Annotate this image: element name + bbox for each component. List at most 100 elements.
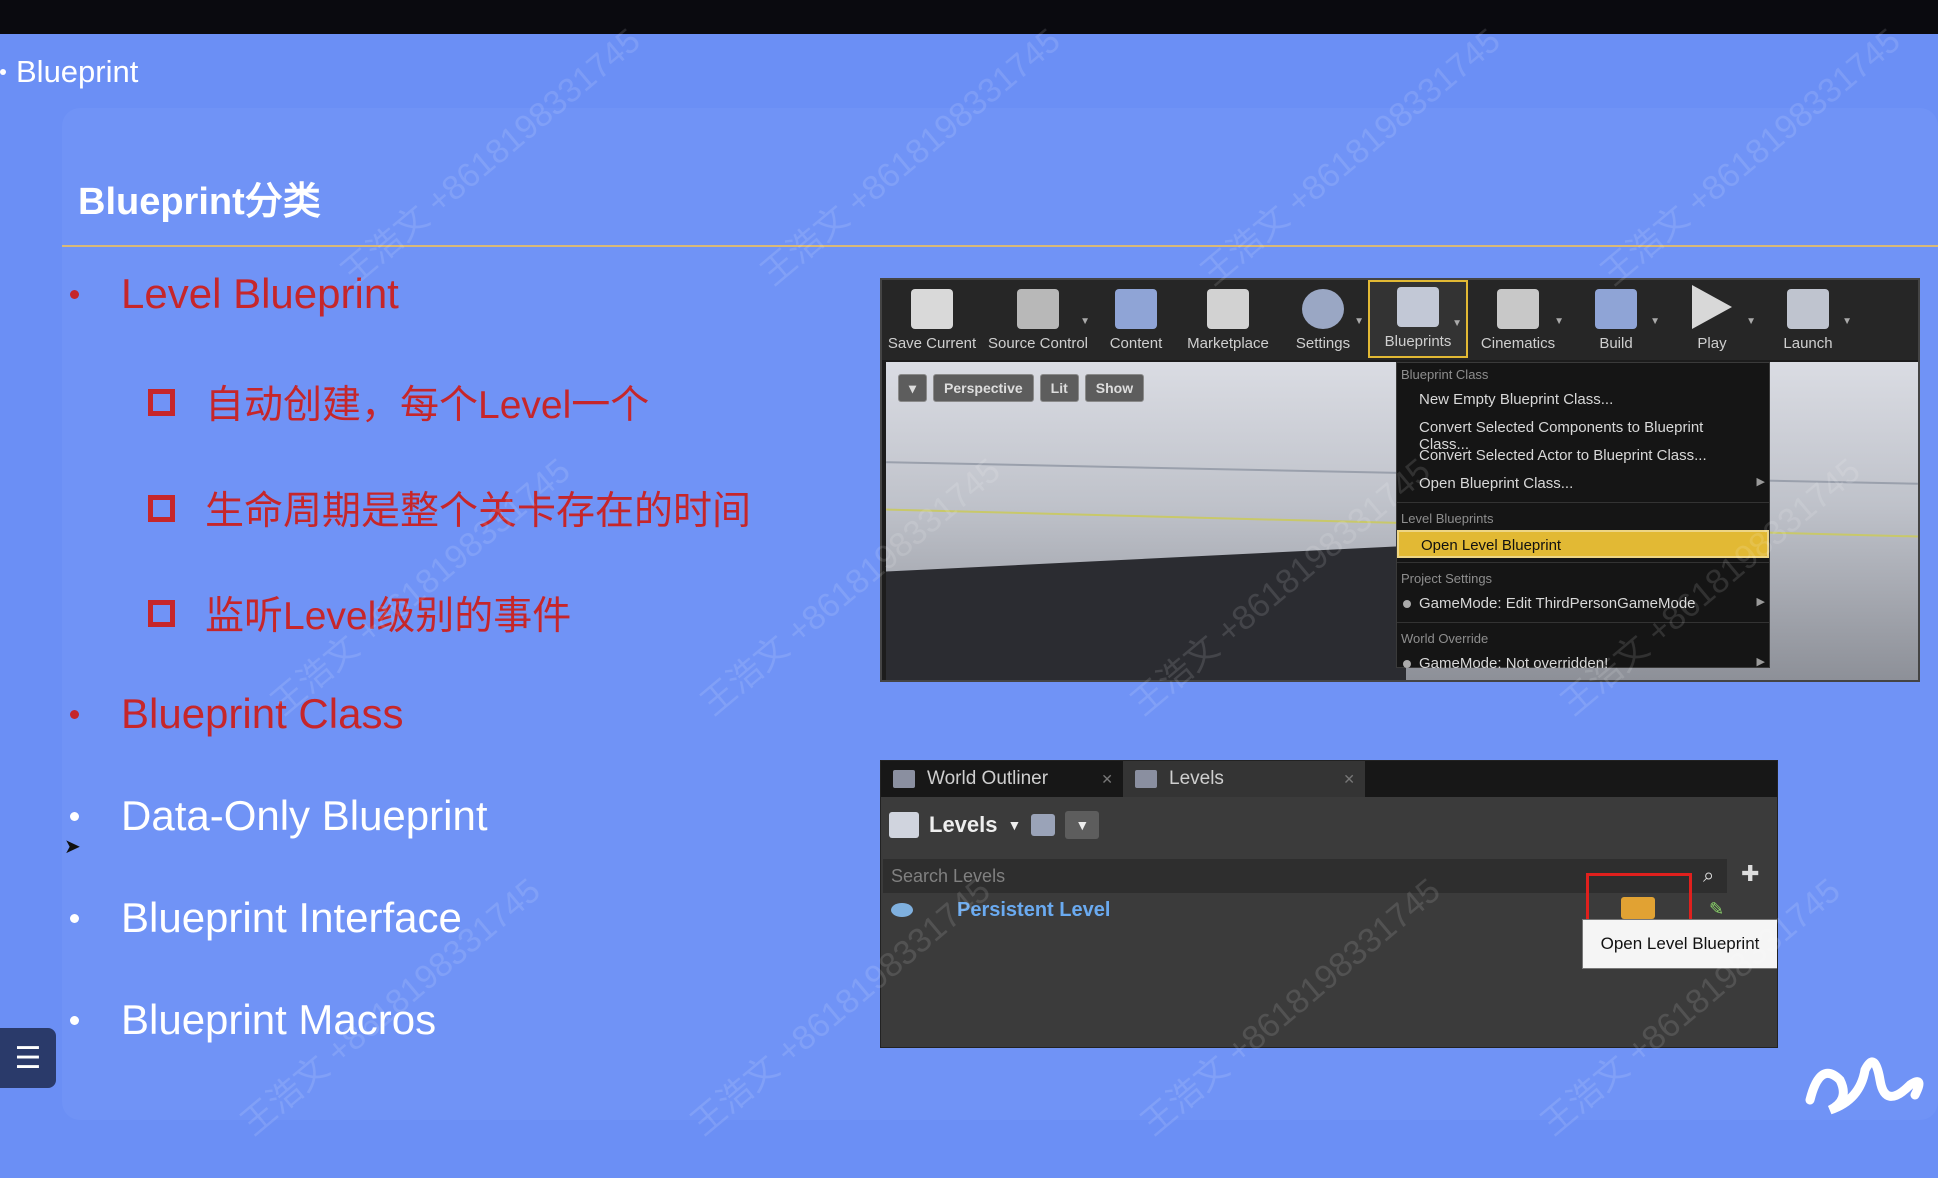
sub-bullet-events: 监听Level级别的事件 — [148, 585, 571, 641]
tab-world-outliner[interactable]: World Outliner ✕ — [881, 761, 1123, 797]
table-of-contents-button[interactable]: ☰ — [0, 1028, 56, 1088]
perspective-button[interactable]: Perspective — [933, 374, 1034, 402]
marketplace-button[interactable]: Marketplace — [1178, 280, 1278, 358]
options-dropdown-button[interactable]: ▼ — [1065, 811, 1100, 839]
close-icon[interactable]: ✕ — [1343, 771, 1355, 788]
ue-toolbar: Save Current Source Control ▼ Content Ma… — [882, 280, 1918, 360]
bullet-data-only: Data-Only Blueprint — [70, 792, 488, 840]
breadcrumb-label: Blueprint — [16, 54, 139, 89]
bullet-dot — [70, 289, 79, 299]
settings-button[interactable]: Settings ▼ — [1278, 280, 1368, 358]
viewport-toolbar: ▾ Perspective Lit Show — [898, 374, 1145, 402]
cinematics-button[interactable]: Cinematics ▼ — [1468, 280, 1568, 358]
ue-editor-screenshot: Save Current Source Control ▼ Content Ma… — [880, 278, 1920, 682]
sub-bullet-lifecycle: 生命周期是整个关卡存在的时间 — [148, 480, 751, 536]
menu-item-convert-components[interactable]: Convert Selected Components to Blueprint… — [1397, 414, 1769, 453]
bullet-interface: Blueprint Interface — [70, 894, 462, 942]
menu-section-blueprint-class: Blueprint Class — [1401, 367, 1489, 382]
lit-button[interactable]: Lit — [1039, 374, 1079, 402]
menu-item-new-empty-blueprint[interactable]: New Empty Blueprint Class... — [1397, 386, 1769, 414]
chevron-down-icon[interactable]: ▼ — [1008, 817, 1022, 833]
square-bullet-icon — [148, 599, 175, 627]
save-current-button[interactable]: Save Current — [882, 280, 982, 358]
toolbar-label: Play — [1697, 335, 1727, 352]
source-control-icon — [1017, 289, 1059, 329]
list-icon — [893, 770, 915, 788]
eye-icon[interactable] — [891, 903, 913, 917]
bullet-dot — [70, 709, 79, 719]
slide-title: Blueprint分类 — [78, 181, 321, 223]
save-icon — [911, 289, 953, 329]
close-icon[interactable]: ✕ — [1101, 771, 1113, 788]
menu-section-world-override: World Override — [1401, 631, 1489, 646]
bullet-dot — [70, 913, 79, 923]
blueprints-icon — [1397, 287, 1439, 327]
toolbar-label: Build — [1599, 335, 1633, 352]
chevron-down-icon: ▼ — [1452, 318, 1462, 329]
launch-button[interactable]: Launch ▼ — [1760, 280, 1856, 358]
toolbar-label: Cinematics — [1480, 335, 1556, 352]
menu-divider — [1397, 502, 1769, 503]
bullet-text: Data-Only Blueprint — [121, 792, 488, 839]
sub-bullet-text: 监听Level级别的事件 — [205, 595, 572, 638]
tab-label: World Outliner — [927, 768, 1049, 789]
open-level-blueprint-icon[interactable] — [1621, 897, 1655, 919]
square-bullet-icon — [148, 388, 175, 416]
chevron-right-icon: ▶ — [1756, 656, 1765, 668]
content-button[interactable]: Content — [1094, 280, 1178, 358]
levels-icon — [1135, 770, 1157, 788]
tab-levels[interactable]: Levels ✕ — [1123, 761, 1365, 797]
title-divider — [62, 245, 1938, 247]
sub-bullet-auto-create: 自动创建，每个Level一个 — [148, 374, 649, 430]
source-control-button[interactable]: Source Control ▼ — [982, 280, 1094, 358]
bullet-icon — [1403, 600, 1411, 608]
build-icon — [1595, 289, 1637, 329]
launch-icon — [1787, 289, 1829, 329]
menu-item-label: GameMode: Edit ThirdPersonGameMode — [1419, 595, 1696, 612]
marketplace-icon — [1207, 289, 1249, 329]
breadcrumb-dot — [0, 69, 6, 75]
chevron-down-icon: ▼ — [1354, 316, 1364, 327]
blueprints-dropdown-menu: Blueprint Class New Empty Blueprint Clas… — [1396, 362, 1770, 672]
chevron-down-icon: ▼ — [1842, 316, 1852, 327]
pencil-icon[interactable]: ✎ — [1709, 899, 1724, 920]
map-icon[interactable] — [1031, 814, 1056, 836]
bullet-text: Level Blueprint — [121, 270, 399, 317]
menu-item-convert-actor[interactable]: Convert Selected Actor to Blueprint Clas… — [1397, 442, 1769, 470]
chevron-down-icon: ▼ — [1554, 316, 1564, 327]
toolbar-label: Marketplace — [1187, 335, 1269, 352]
show-button[interactable]: Show — [1084, 374, 1145, 402]
levels-header: Levels ▼ ▼ — [881, 797, 1777, 853]
menu-item-open-level-blueprint[interactable]: Open Level Blueprint — [1397, 530, 1769, 558]
bullet-dot — [70, 1015, 79, 1025]
menu-item-open-blueprint-class[interactable]: Open Blueprint Class... ▶ — [1397, 470, 1769, 498]
breadcrumb: Blueprint — [0, 54, 138, 90]
content-icon — [1115, 289, 1157, 329]
menu-item-gamemode-edit[interactable]: GameMode: Edit ThirdPersonGameMode ▶ — [1397, 590, 1769, 618]
bullet-icon — [1403, 660, 1411, 668]
bullet-dot — [70, 811, 79, 821]
bullet-level-blueprint: Level Blueprint — [70, 270, 399, 318]
menu-section-project-settings: Project Settings — [1401, 571, 1493, 586]
build-button[interactable]: Build ▼ — [1568, 280, 1664, 358]
tooltip-open-level-blueprint: Open Level Blueprint — [1582, 919, 1777, 969]
top-bar — [0, 0, 1938, 34]
gear-icon — [1302, 289, 1344, 329]
toolbar-label: Launch — [1783, 335, 1833, 352]
menu-item-label: GameMode: Not overridden! — [1419, 655, 1609, 672]
levels-panel-screenshot: World Outliner ✕ Levels ✕ Levels ▼ ▼ Sea… — [880, 760, 1778, 1048]
viewport-menu-button[interactable]: ▾ — [898, 374, 928, 402]
blueprints-button[interactable]: Blueprints ▼ — [1368, 280, 1468, 358]
menu-item-gamemode-override[interactable]: GameMode: Not overridden! ▶ — [1397, 650, 1769, 678]
add-level-icon[interactable]: ✚ — [1741, 861, 1759, 887]
levels-dropdown[interactable]: Levels — [929, 812, 998, 838]
menu-divider — [1397, 562, 1769, 563]
toolbar-label: Content — [1109, 335, 1163, 352]
play-button[interactable]: Play ▼ — [1664, 280, 1760, 358]
chevron-right-icon: ▶ — [1756, 476, 1765, 488]
menu-divider — [1397, 622, 1769, 623]
logo — [1805, 1057, 1924, 1115]
search-icon[interactable]: ⌕ — [1703, 865, 1714, 888]
bullet-blueprint-class: Blueprint Class — [70, 690, 403, 738]
viewport-floor — [886, 546, 1406, 680]
